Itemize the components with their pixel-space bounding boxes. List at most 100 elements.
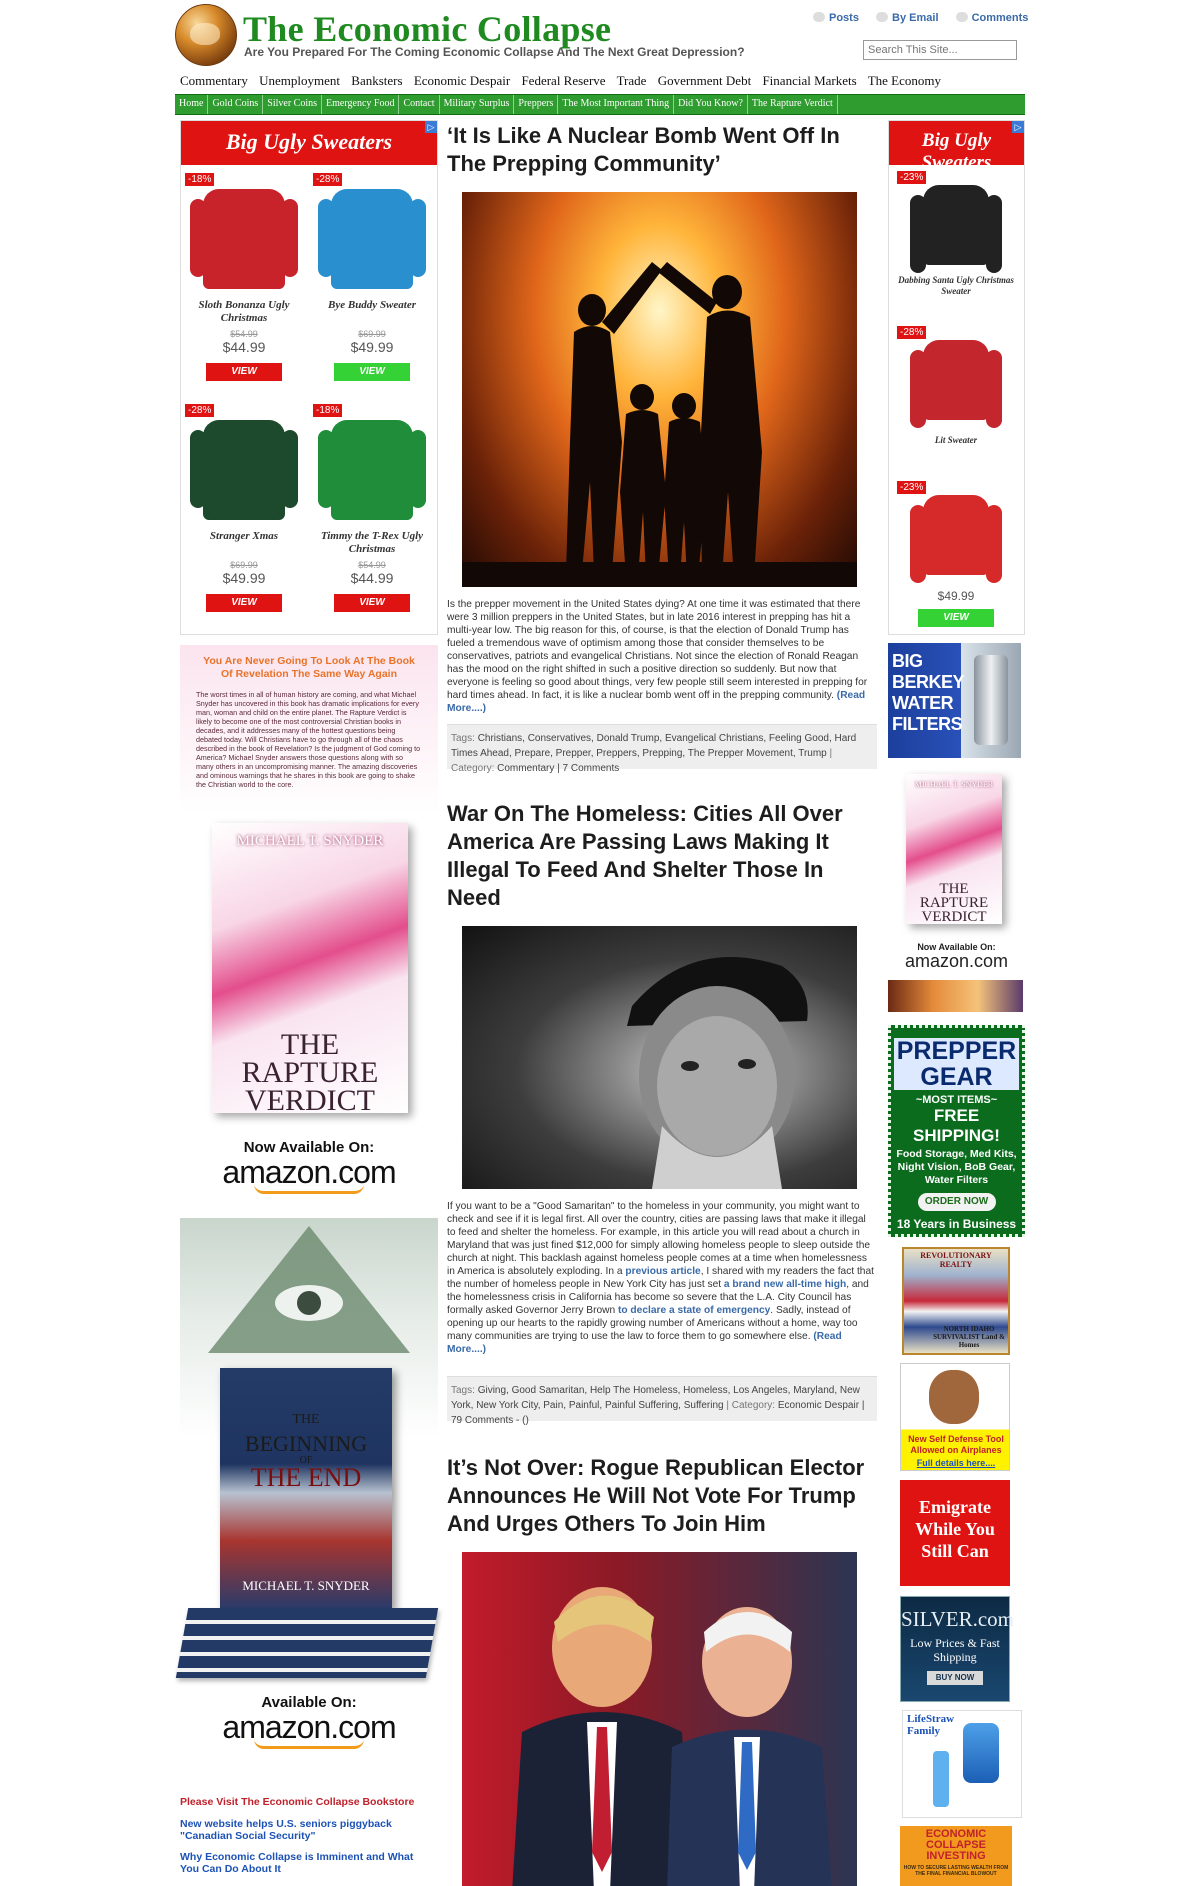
view-button[interactable]: VIEW	[918, 609, 994, 627]
amazon-badge[interactable]: Now Available On: amazon.com	[180, 1139, 438, 1194]
nav-most-important[interactable]: The Most Important Thing	[558, 95, 675, 114]
post-category[interactable]: Commentary	[497, 763, 554, 774]
filter-tube-icon	[933, 1751, 949, 1807]
politicians-photo-icon	[512, 1587, 832, 1886]
site-title[interactable]: The Economic Collapse	[243, 8, 611, 50]
post-image-trump-pence[interactable]	[462, 1552, 857, 1886]
ad-product[interactable]: -28% Stranger Xmas $69.99 $49.99 VIEW	[185, 404, 303, 612]
view-button[interactable]: VIEW	[206, 594, 282, 612]
prepper-gear-ad[interactable]: PREPPER GEAR ~MOST ITEMS~ FREE SHIPPING!…	[888, 1025, 1025, 1237]
book-title: THE BEGINNING OF THE END	[244, 1412, 368, 1492]
sweater-image	[910, 185, 1002, 273]
beginning-of-end-promo[interactable]: THE BEGINNING OF THE END MICHAEL T. SNYD…	[175, 1218, 439, 1768]
details-link[interactable]: Full details here....	[903, 1458, 1009, 1468]
nav-did-you-know[interactable]: Did You Know?	[674, 95, 748, 114]
ad-product[interactable]: -23% Dabbing Santa Ugly Christmas Sweate…	[897, 171, 1015, 303]
product-name: Dabbing Santa Ugly Christmas Sweater	[898, 275, 1014, 296]
amazon-badge[interactable]: Available On: amazon.com	[180, 1694, 438, 1749]
email-feed-link[interactable]: By Email	[876, 12, 939, 24]
book-author: MICHAEL T. SNYDER	[236, 833, 384, 849]
posts-feed-link[interactable]: Posts	[813, 12, 859, 24]
family-silhouette-icon	[462, 262, 857, 587]
water-bag-icon	[963, 1723, 999, 1783]
cat-link[interactable]: The Economy	[868, 73, 941, 88]
beginning-of-end-book-cover[interactable]: THE BEGINNING OF THE END MICHAEL T. SNYD…	[220, 1368, 392, 1608]
category-nav: Commentary Unemployment Banksters Econom…	[180, 73, 949, 89]
post-category[interactable]: Economic Despair	[778, 1400, 859, 1411]
nav-contact[interactable]: Contact	[399, 95, 440, 114]
discount-badge: -23%	[897, 481, 927, 494]
post-excerpt: If you want to be a "Good Samaritan" to …	[447, 1201, 874, 1355]
cat-link[interactable]: Economic Despair	[414, 73, 510, 88]
cat-link[interactable]: Commentary	[180, 73, 248, 88]
nav-gold-coins[interactable]: Gold Coins	[208, 95, 264, 114]
ad-product[interactable]: -28% Bye Buddy Sweater $69.99 $49.99 VIE…	[313, 173, 431, 381]
realty-ad[interactable]: REVOLUTIONARY REALTY NORTH IDAHO SURVIVA…	[902, 1247, 1010, 1355]
inline-link[interactable]: to declare a state of emergency	[618, 1305, 770, 1316]
email-icon	[876, 12, 889, 22]
cat-link[interactable]: Unemployment	[259, 73, 340, 88]
post-article: It’s Not Over: Rogue Republican Elector …	[447, 1454, 877, 1886]
sweater-image	[190, 420, 298, 520]
post-tags[interactable]: Christians, Conservatives, Donald Trump,…	[451, 733, 856, 759]
post-image-homeless-man[interactable]	[462, 926, 857, 1189]
cat-link[interactable]: Government Debt	[658, 73, 752, 88]
seniors-link[interactable]: New website helps U.S. seniors piggyback…	[180, 1818, 435, 1842]
ad-product[interactable]: -18% Timmy the T-Rex Ugly Christmas $54.…	[313, 404, 431, 612]
view-button[interactable]: VIEW	[334, 594, 410, 612]
post-excerpt: Is the prepper movement in the United St…	[447, 599, 868, 714]
cat-link[interactable]: Trade	[617, 73, 647, 88]
book-cover: MICHAEL T. SNYDER THE RAPTURE VERDICT	[906, 774, 1002, 925]
post-title[interactable]: It’s Not Over: Rogue Republican Elector …	[447, 1454, 877, 1538]
self-defense-ad[interactable]: New Self Defense Tool Allowed on Airplan…	[900, 1363, 1010, 1471]
emigrate-ad[interactable]: Emigrate While You Still Can	[900, 1480, 1010, 1586]
book-stack-icon	[175, 1608, 439, 1678]
post-image-nuclear-family[interactable]	[462, 192, 857, 587]
left-sweater-ad[interactable]: Big Ugly Sweaters ▷ -18% Sloth Bonanza U…	[180, 120, 438, 635]
ad-product[interactable]: -23% $49.99 VIEW	[897, 481, 1015, 627]
post-title[interactable]: War On The Homeless: Cities All Over Ame…	[447, 800, 877, 912]
post-title[interactable]: ‘It Is Like A Nuclear Bomb Went Off In T…	[447, 122, 877, 178]
amazon-badge: Now Available On: amazon.com	[904, 942, 1009, 971]
order-now-button[interactable]: ORDER NOW	[917, 1193, 996, 1211]
old-price: $69.99	[358, 329, 386, 339]
right-sweater-ad[interactable]: Big Ugly Sweaters ▷ -23% Dabbing Santa U…	[888, 120, 1025, 635]
search-input[interactable]	[863, 40, 1017, 60]
nav-military-surplus[interactable]: Military Surplus	[440, 95, 515, 114]
book-title: THE RAPTURE VERDICT	[241, 1028, 379, 1117]
lifestraw-ad[interactable]: LifeStraw Family	[902, 1710, 1022, 1818]
rapture-verdict-ad[interactable]: MICHAEL T. SNYDER THE RAPTURE VERDICT No…	[888, 770, 1025, 1015]
water-filter-icon	[974, 655, 1008, 745]
view-button[interactable]: VIEW	[206, 363, 282, 381]
eci-book-ad[interactable]: ECONOMIC COLLAPSE INVESTING HOW TO SECUR…	[900, 1826, 1012, 1886]
cat-link[interactable]: Financial Markets	[762, 73, 856, 88]
adchoices-icon[interactable]: ▷	[1012, 121, 1024, 133]
sweater-image	[910, 340, 1002, 428]
inline-link[interactable]: previous article	[625, 1266, 700, 1277]
nav-emergency-food[interactable]: Emergency Food	[322, 95, 400, 114]
berkey-ad[interactable]: BIG BERKEY WATER FILTERS	[888, 643, 1021, 758]
bookstore-link[interactable]: Please Visit The Economic Collapse Books…	[180, 1796, 435, 1808]
nav-home[interactable]: Home	[175, 95, 209, 114]
nav-preppers[interactable]: Preppers	[514, 95, 559, 114]
cat-link[interactable]: Banksters	[351, 73, 402, 88]
ad-product[interactable]: -28% Lit Sweater	[897, 326, 1015, 462]
explosion-strip-icon	[888, 980, 1023, 1012]
inline-link[interactable]: a brand new all-time high	[724, 1279, 846, 1290]
view-button[interactable]: VIEW	[334, 363, 410, 381]
silver-ad[interactable]: SILVER.com Low Prices & Fast Shipping BU…	[900, 1596, 1014, 1702]
comments-feed-link[interactable]: Comments	[955, 12, 1028, 24]
price: $49.99	[222, 570, 266, 586]
nav-silver-coins[interactable]: Silver Coins	[263, 95, 323, 114]
buy-now-button[interactable]: BUY NOW	[927, 1671, 983, 1685]
rapture-verdict-promo[interactable]: You Are Never Going To Look At The Book …	[180, 645, 438, 1205]
product-name: Bye Buddy Sweater	[328, 299, 416, 311]
cat-link[interactable]: Federal Reserve	[521, 73, 605, 88]
rapture-verdict-book-cover[interactable]: MICHAEL T. SNYDER THE RAPTURE VERDICT	[212, 823, 408, 1117]
nav-rapture-verdict[interactable]: The Rapture Verdict	[748, 95, 838, 114]
post-comments-link[interactable]: | 7 Comments	[557, 763, 619, 774]
globe-logo-icon[interactable]	[175, 4, 237, 66]
adchoices-icon[interactable]: ▷	[425, 121, 437, 133]
imminent-link[interactable]: Why Economic Collapse is Imminent and Wh…	[180, 1851, 435, 1875]
ad-product[interactable]: -18% Sloth Bonanza Ugly Christmas $54.99…	[185, 173, 303, 381]
